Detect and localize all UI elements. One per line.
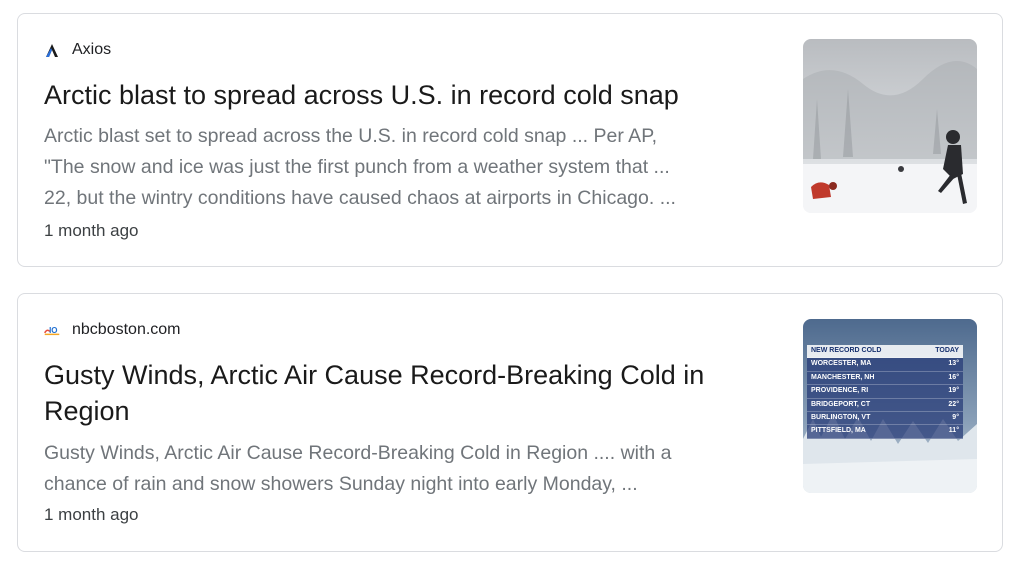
snippet-line: Gusty Winds, Arctic Air Cause Record-Bre… bbox=[44, 442, 672, 464]
row-temp: 13° bbox=[948, 360, 959, 368]
record-cold-table: NEW RECORD COLD TODAY WORCESTER, MA 13° M… bbox=[807, 345, 963, 439]
result-source[interactable]: IO nbcboston.com bbox=[44, 320, 181, 340]
snippet-line: Arctic blast set to spread across the U.… bbox=[44, 125, 658, 147]
row-temp: 22° bbox=[948, 400, 959, 408]
record-cold-graphic: NEW RECORD COLD TODAY WORCESTER, MA 13° M… bbox=[803, 319, 977, 493]
nbc-boston-logo-icon: IO bbox=[44, 322, 60, 338]
table-header: NEW RECORD COLD TODAY bbox=[807, 345, 963, 359]
row-temp: 16° bbox=[948, 373, 959, 381]
row-temp: 19° bbox=[948, 387, 959, 395]
table-row: BURLINGTON, VT 9° bbox=[807, 411, 963, 426]
table-row: MANCHESTER, NH 16° bbox=[807, 371, 963, 386]
row-place: MANCHESTER, NH bbox=[811, 373, 875, 381]
table-row: PROVIDENCE, RI 19° bbox=[807, 385, 963, 399]
row-place: BURLINGTON, VT bbox=[811, 413, 871, 421]
snowy-park-photo bbox=[803, 39, 977, 213]
table-row: BRIDGEPORT, CT 22° bbox=[807, 398, 963, 412]
result-age: 1 month ago bbox=[44, 505, 139, 524]
news-result-card[interactable]: IO nbcboston.com Gusty Winds, Arctic Air… bbox=[17, 293, 1003, 552]
result-age: 1 month ago bbox=[44, 221, 139, 240]
result-title[interactable]: Arctic blast to spread across U.S. in re… bbox=[44, 77, 744, 113]
result-thumbnail[interactable]: NEW RECORD COLD TODAY WORCESTER, MA 13° M… bbox=[803, 319, 977, 493]
snippet-line: "The snow and ice was just the first pun… bbox=[44, 156, 670, 178]
row-place: PROVIDENCE, RI bbox=[811, 387, 869, 395]
title-line: Region bbox=[44, 396, 130, 426]
table-row: WORCESTER, MA 13° bbox=[807, 358, 963, 372]
result-thumbnail[interactable] bbox=[803, 39, 977, 213]
axios-logo-icon bbox=[44, 42, 60, 58]
table-header-label: NEW RECORD COLD bbox=[811, 347, 882, 354]
result-snippet: Gusty Winds, Arctic Air Cause Record-Bre… bbox=[44, 438, 764, 500]
result-source[interactable]: Axios bbox=[44, 40, 111, 60]
row-temp: 9° bbox=[952, 413, 959, 421]
snippet-line: chance of rain and snow showers Sunday n… bbox=[44, 473, 638, 495]
row-place: WORCESTER, MA bbox=[811, 360, 872, 368]
row-place: BRIDGEPORT, CT bbox=[811, 400, 871, 408]
row-temp: 11° bbox=[948, 427, 959, 435]
row-place: PITTSFIELD, MA bbox=[811, 427, 866, 435]
table-header-today: TODAY bbox=[935, 347, 959, 354]
source-name: Axios bbox=[72, 41, 112, 58]
svg-text:IO: IO bbox=[49, 326, 57, 335]
snippet-line: 22, but the wintry conditions have cause… bbox=[44, 187, 676, 209]
table-row: PITTSFIELD, MA 11° bbox=[807, 425, 963, 439]
result-title[interactable]: Gusty Winds, Arctic Air Cause Record-Bre… bbox=[44, 357, 744, 429]
source-name: nbcboston.com bbox=[72, 321, 181, 338]
result-snippet: Arctic blast set to spread across the U.… bbox=[44, 121, 764, 214]
news-result-card[interactable]: Axios Arctic blast to spread across U.S.… bbox=[17, 13, 1003, 267]
title-line: Gusty Winds, Arctic Air Cause Record-Bre… bbox=[44, 360, 705, 390]
